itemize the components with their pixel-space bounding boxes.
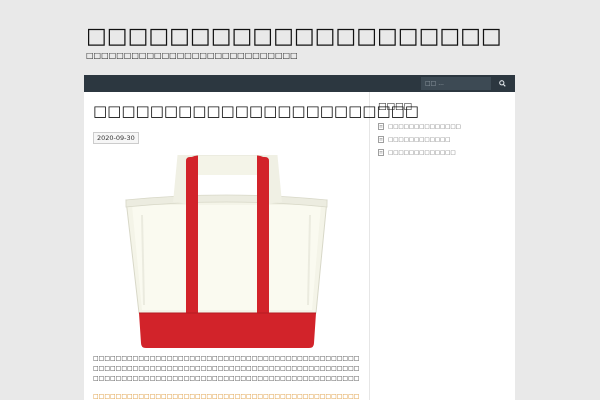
post-image [124, 152, 329, 354]
document-icon [378, 136, 384, 143]
sidebar-item[interactable]: □□□□□□□□□□□□ [378, 133, 508, 146]
post-text-line: □□□□□□□□□□□□□□□□□□□□□□□□□□□□□□□□□□□□□□□□… [93, 375, 359, 382]
post-highlight-text: □□□□□□□□□□□□□□□□□□□□□□□□□□□□□□□□□□□□□□□□… [93, 393, 359, 400]
post-text-line: □□□□□□□□□□□□□□□□□□□□□□□□□□□□□□□□□□□□□□□□… [93, 355, 359, 362]
post-date: 2020-09-30 [93, 132, 139, 144]
sidebar-title: □□□□ [378, 102, 413, 112]
post-text-line: □□□□□□□□□□□□□□□□□□□□□□□□□□□□□□□□□□□□□□□□… [93, 365, 359, 372]
sidebar-item-label[interactable]: □□□□□□□□□□□□ [388, 137, 450, 143]
post-body: □□□□□□□□□□□□□□□□□□□□□□□□□□□□□□□□□□□□□□□□… [93, 354, 359, 384]
sidebar-item-label[interactable]: □□□□□□□□□□□□□ [388, 150, 456, 156]
search-icon [498, 80, 506, 87]
site-tagline: □□□□□□□□□□□□□□□□□□□□□□□□□□□□ [86, 51, 298, 60]
navbar [84, 75, 515, 92]
search-button[interactable] [493, 77, 511, 90]
sidebar-item[interactable]: □□□□□□□□□□□□□□ [378, 120, 508, 133]
sidebar-item-label[interactable]: □□□□□□□□□□□□□□ [388, 124, 461, 130]
tote-bag-illustration [125, 152, 328, 348]
site-title[interactable]: □□□□□□□□□□□□□□□□□□□□ [86, 24, 502, 49]
post-title[interactable]: □□□□□□□□□□□□□□□□□□□□□□□ [93, 102, 419, 120]
content-area: □□□□□□□□□□□□□□□□□□□□□□□ 2020-09-30 □□□□□… [84, 92, 515, 400]
sidebar-item[interactable]: □□□□□□□□□□□□□ [378, 146, 508, 159]
document-icon [378, 123, 384, 130]
sidebar: □□□□ □□□□□□□□□□□□□□ □□□□□□□□□□□□ □□□□□□□… [378, 102, 508, 159]
document-icon [378, 149, 384, 156]
main-column: □□□□□□□□□□□□□□□□□□□□□□□ 2020-09-30 □□□□□… [84, 92, 419, 400]
search-input[interactable] [421, 77, 491, 90]
